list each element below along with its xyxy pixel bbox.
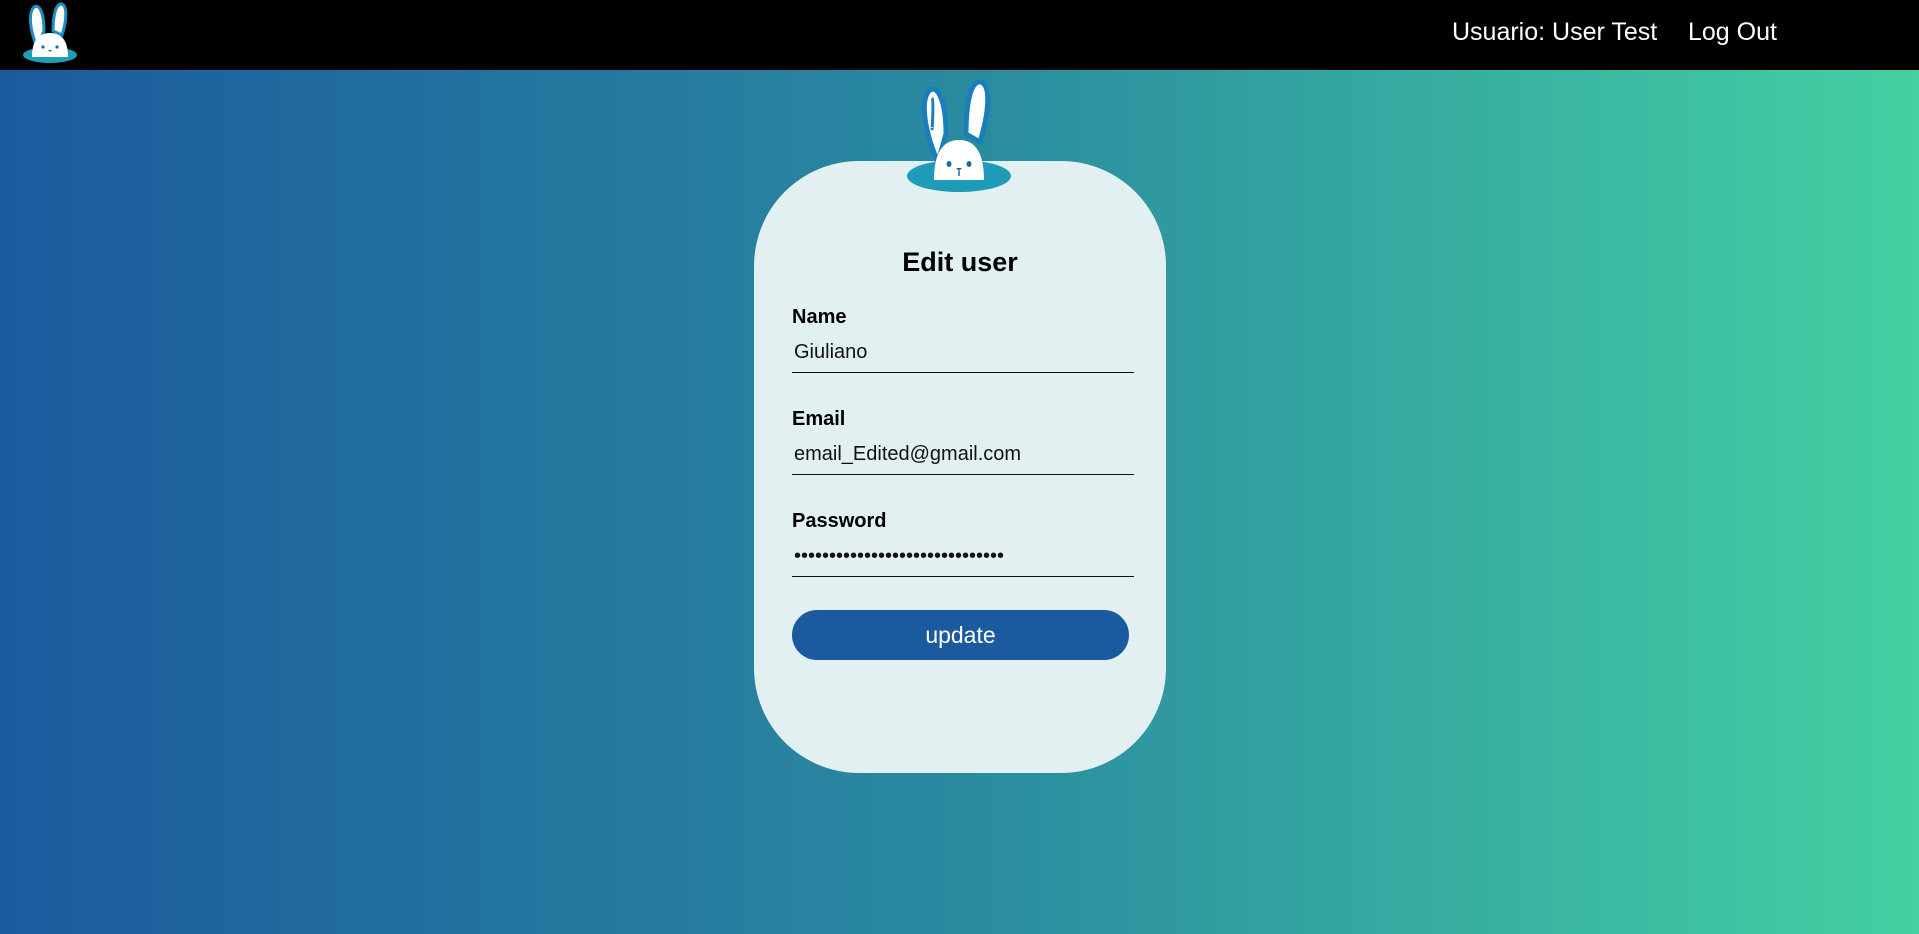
update-button[interactable]: update: [792, 610, 1129, 660]
logout-link[interactable]: Log Out: [1688, 17, 1777, 47]
bunny-logo-icon[interactable]: [20, 1, 80, 65]
page-title: Edit user: [902, 247, 1018, 277]
name-input[interactable]: [792, 333, 1134, 373]
password-label: Password: [792, 510, 887, 532]
email-label: Email: [792, 408, 846, 430]
current-user-label: Usuario: User Test: [1452, 18, 1658, 46]
bunny-mascot-icon: [907, 79, 1011, 192]
email-input[interactable]: [792, 435, 1134, 475]
name-label: Name: [792, 306, 847, 328]
top-nav-bar: Usuario: User Test Log Out: [0, 0, 1919, 70]
password-input[interactable]: [792, 537, 1134, 577]
